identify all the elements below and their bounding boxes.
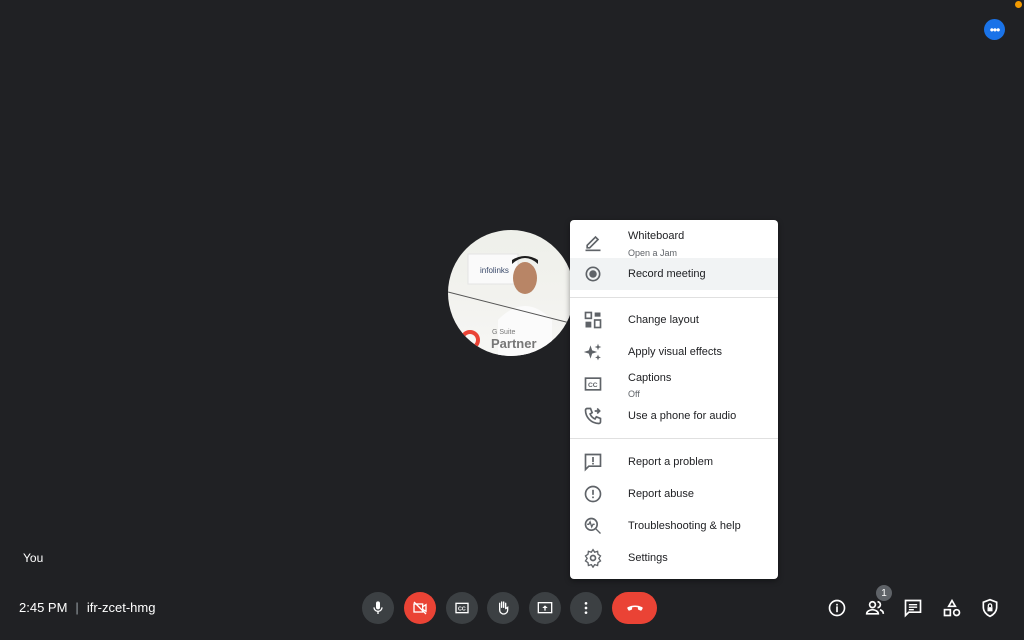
menu-item-report-abuse[interactable]: Report abuse: [570, 478, 778, 510]
menu-item-visual-effects[interactable]: Apply visual effects: [570, 336, 778, 368]
menu-item-record-meeting[interactable]: Record meeting: [570, 258, 778, 290]
present-button[interactable]: [529, 592, 561, 624]
raise-hand-button[interactable]: [487, 592, 519, 624]
menu-item-report-problem[interactable]: Report a problem: [570, 446, 778, 478]
leave-call-button[interactable]: [612, 592, 657, 624]
svg-text:CC: CC: [588, 382, 598, 389]
menu-divider: [570, 438, 778, 439]
menu-item-label: Apply visual effects: [628, 346, 722, 358]
activities-button[interactable]: [940, 596, 964, 620]
menu-divider: [570, 297, 778, 298]
raise-hand-icon: [499, 601, 509, 615]
captions-icon: CC: [584, 377, 602, 391]
more-options-button[interactable]: •••: [984, 19, 1005, 40]
chat-icon: [904, 599, 922, 618]
menu-item-sublabel: Off: [628, 389, 640, 399]
avatar: infolinks G Suite Partner: [448, 230, 574, 356]
chat-button[interactable]: [901, 596, 925, 620]
info-icon: [828, 599, 846, 617]
meeting-code: ifr-zcet-hmg: [86, 600, 156, 615]
more-options-menu: Whiteboard Open a Jam Record meeting Cha…: [570, 220, 778, 579]
avatar-gsuite-text: G Suite: [492, 329, 515, 336]
notification-dot: [1015, 1, 1022, 8]
menu-item-label: Record meeting: [628, 268, 706, 280]
menu-item-label: Change layout: [628, 314, 699, 326]
participant-name: You: [23, 551, 44, 565]
separator: |: [75, 600, 79, 615]
alert-icon: [584, 485, 602, 503]
hangup-icon: [626, 605, 643, 611]
menu-item-label: Report a problem: [628, 456, 713, 468]
menu-item-label: Use a phone for audio: [628, 410, 737, 422]
menu-item-sublabel: Open a Jam: [628, 248, 678, 258]
activities-icon: [943, 598, 961, 617]
menu-item-label: Settings: [628, 552, 668, 564]
menu-item-phone-audio[interactable]: Use a phone for audio: [570, 402, 778, 432]
more-options-button[interactable]: [570, 592, 602, 624]
pencil-icon: [585, 235, 601, 252]
troubleshoot-icon: [584, 517, 601, 534]
record-icon: [585, 266, 601, 282]
sparkle-icon: [583, 343, 602, 361]
clock-time: 2:45 PM: [19, 600, 68, 615]
menu-item-change-layout[interactable]: Change layout: [570, 304, 778, 336]
feedback-icon: [584, 453, 602, 472]
host-controls-icon: [982, 598, 998, 618]
menu-item-label: Captions: [628, 372, 672, 384]
layout-icon: [584, 311, 602, 329]
present-icon: [537, 602, 553, 614]
phone-forward-icon: [584, 407, 602, 425]
more-horiz-icon: •••: [989, 22, 1001, 37]
avatar-logo-text: infolinks: [480, 266, 509, 275]
avatar-partner-text: Partner: [491, 336, 537, 351]
menu-item-label: Whiteboard: [628, 230, 685, 242]
camera-button[interactable]: [404, 592, 436, 624]
participant-count-badge: 1: [876, 585, 892, 601]
captions-icon: CC: [455, 602, 469, 614]
svg-text:CC: CC: [458, 606, 466, 612]
captions-button[interactable]: CC: [446, 592, 478, 624]
camera-off-icon: [413, 601, 427, 615]
menu-item-label: Report abuse: [628, 488, 695, 500]
people-icon: [865, 600, 885, 615]
mic-icon: [373, 601, 383, 614]
menu-item-settings[interactable]: Settings: [570, 542, 778, 574]
menu-item-troubleshooting[interactable]: Troubleshooting & help: [570, 510, 778, 542]
mic-button[interactable]: [362, 592, 394, 624]
gear-icon: [584, 548, 602, 568]
menu-item-captions[interactable]: CC Captions Off: [570, 368, 778, 402]
host-controls-button[interactable]: [978, 596, 1002, 620]
meeting-info: 2:45 PM | ifr-zcet-hmg: [19, 600, 155, 615]
more-vert-icon: [584, 602, 588, 614]
meeting-details-button[interactable]: [825, 596, 849, 620]
menu-item-whiteboard[interactable]: Whiteboard Open a Jam: [570, 226, 778, 258]
menu-item-label: Troubleshooting & help: [628, 520, 741, 532]
